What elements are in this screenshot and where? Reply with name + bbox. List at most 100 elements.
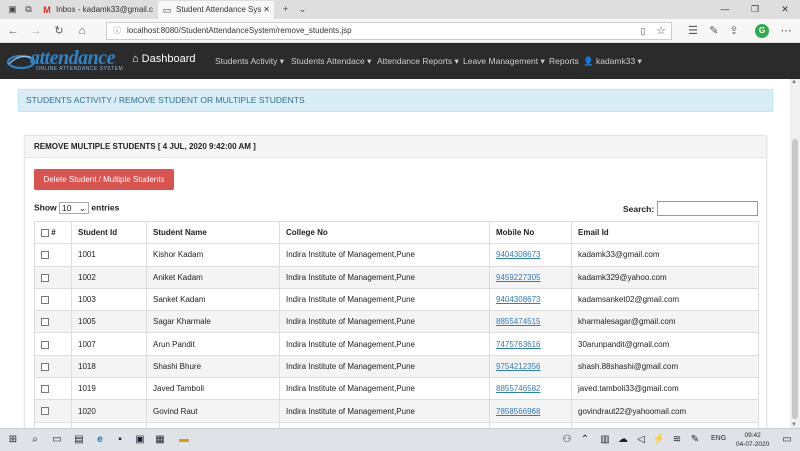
favorites-hub-icon[interactable]: ☰ [686, 24, 700, 38]
cell-mobile-no[interactable]: 8855474515 [489, 310, 572, 334]
system-clock[interactable]: 09:42 04-07-2020 [736, 431, 769, 449]
cell-mobile-no[interactable]: 9754212356 [489, 354, 572, 379]
close-tab-icon[interactable]: ✕ [263, 1, 270, 19]
pen-icon[interactable]: ✎ [688, 433, 702, 447]
scroll-up-icon[interactable]: ▲ [791, 79, 797, 85]
search-icon[interactable]: ⌕ [28, 433, 42, 447]
network-icon[interactable]: ▥ [598, 433, 612, 447]
power-icon[interactable]: ⚡ [652, 433, 666, 447]
input-language[interactable]: ENG [711, 435, 726, 442]
row-checkbox[interactable] [41, 273, 49, 282]
row-checkbox[interactable] [41, 295, 49, 304]
cell-email-id: 30arunpandit@gmail.com [571, 332, 759, 356]
row-checkbox[interactable] [41, 407, 49, 416]
url-input[interactable]: ⓘ localhost:8080/StudentAttendanceSystem… [106, 22, 672, 40]
mobile-link[interactable]: 8855474515 [496, 317, 541, 326]
cell-mobile-no[interactable]: 7858566968 [489, 399, 572, 423]
remove-students-panel: REMOVE MULTIPLE STUDENTS [ 4 JUL, 2020 9… [24, 135, 767, 428]
volume-icon[interactable]: ◁ [634, 433, 648, 447]
tab-preview-icon[interactable]: ⧉ [22, 3, 35, 15]
tab-actions-icon[interactable]: ▣ [6, 3, 19, 15]
extension-g-icon[interactable]: G [755, 24, 769, 38]
cell-mobile-no[interactable]: 9404308673 [489, 243, 572, 267]
row-checkbox[interactable] [41, 318, 49, 327]
new-tab-icon[interactable]: + [279, 3, 292, 15]
menu-students-activity[interactable]: Students Activity ▾ [215, 56, 284, 67]
file-explorer-icon[interactable]: ▤ [72, 433, 86, 447]
people-icon[interactable]: ⚇ [560, 433, 574, 447]
cell-college-no: Indira Institute of Management,Pune [279, 310, 490, 334]
windows-start-icon[interactable]: ⊞ [6, 433, 20, 447]
site-info-icon[interactable]: ⓘ [113, 23, 121, 39]
cell-student-id: 1002 [71, 265, 147, 289]
reading-view-icon[interactable]: ▯ [636, 24, 650, 38]
logo[interactable]: attendance ONLINE ATTENDANCE SYSTEM [6, 47, 126, 75]
folder-icon[interactable]: ▬ [177, 433, 191, 447]
notifications-icon[interactable]: ▭ [780, 433, 794, 447]
cell-student-id: 1020 [71, 399, 147, 423]
window-close-icon[interactable]: ✕ [770, 0, 800, 19]
header-student-id[interactable]: Student Id [71, 220, 147, 245]
row-checkbox[interactable] [41, 251, 49, 260]
task-view-icon[interactable]: ▭ [50, 433, 64, 447]
header-email-id[interactable]: Email Id [571, 220, 759, 245]
share-icon[interactable]: ⇪ [727, 24, 741, 38]
mobile-link[interactable]: 9404308673 [496, 295, 541, 304]
cloud-icon[interactable]: ☁ [616, 433, 630, 447]
header-college-no[interactable]: College No [279, 220, 490, 245]
tab-student-attendance[interactable]: ▭ Student Attendance Sys ✕ [158, 1, 274, 19]
header-student-name[interactable]: Student Name [146, 220, 280, 245]
mobile-link[interactable]: 9459227305 [496, 273, 541, 282]
cell-mobile-no[interactable]: 9459227305 [489, 265, 572, 289]
back-icon[interactable]: ← [6, 24, 20, 38]
favorite-star-icon[interactable]: ☆ [654, 24, 668, 38]
terminal-icon[interactable]: ▪ [113, 433, 127, 447]
cell-mobile-no[interactable]: 7475763616 [489, 332, 572, 356]
app-window-icon[interactable]: ▣ [133, 433, 147, 447]
refresh-icon[interactable]: ↻ [52, 24, 66, 38]
cell-student-id: 1005 [71, 310, 147, 334]
minimize-icon[interactable]: — [710, 0, 740, 19]
more-menu-icon[interactable]: ⋯ [779, 24, 793, 38]
mobile-link[interactable]: 8855746582 [496, 384, 541, 393]
notes-pen-icon[interactable]: ✎ [707, 24, 721, 38]
scrollbar-thumb[interactable] [792, 139, 798, 419]
gmail-icon: M [43, 5, 51, 15]
header-mobile-no[interactable]: Mobile No [489, 220, 572, 245]
tab-list-chevron-down-icon[interactable]: ⌄ [296, 3, 309, 15]
dashboard-link[interactable]: ⌂ Dashboard [132, 53, 195, 65]
mobile-link[interactable]: 9754212356 [496, 362, 541, 371]
cell-mobile-no[interactable]: 8855746582 [489, 377, 572, 401]
mobile-link[interactable]: 7475763616 [496, 340, 541, 349]
menu-leave-management[interactable]: Leave Management ▾ [463, 56, 545, 67]
wifi-icon[interactable]: ≋ [670, 433, 684, 447]
select-all-checkbox[interactable] [41, 229, 49, 238]
mobile-link[interactable]: 9404308673 [496, 250, 541, 259]
home-icon[interactable]: ⌂ [75, 24, 89, 38]
edge-browser-icon[interactable]: e [93, 433, 107, 447]
row-checkbox[interactable] [41, 362, 49, 371]
cell-student-name: Javed Tamboli [146, 377, 280, 401]
tray-up-chevron-icon[interactable]: ⌃ [578, 433, 592, 447]
students-table: # Student Id Student Name College No Mob… [34, 220, 759, 428]
panel-title: REMOVE MULTIPLE STUDENTS [ 4 JUL, 2020 9… [25, 136, 766, 158]
entries-select[interactable]: 10 ⌄ [59, 202, 90, 214]
restore-icon[interactable]: ❐ [740, 0, 770, 19]
cell-email-id: kadamsanket02@gmail.com [571, 287, 759, 312]
menu-reports[interactable]: Reports [549, 56, 579, 66]
delete-students-button[interactable]: Delete Student / Multiple Students [34, 169, 174, 190]
menu-students-attendace[interactable]: Students Attendace ▾ [291, 56, 371, 67]
cell-email-id: kadamk329@yahoo.com [571, 265, 759, 289]
row-checkbox[interactable] [41, 340, 49, 349]
chevron-down-icon: ⌄ [78, 203, 87, 213]
menu-user-account[interactable]: 👤 kadamk33 ▾ [583, 56, 642, 67]
mobile-link[interactable]: 7858566968 [496, 407, 541, 416]
row-checkbox[interactable] [41, 385, 49, 394]
menu-attendance-reports[interactable]: Attendance Reports ▾ [377, 56, 459, 67]
page-scrollbar[interactable]: ▲ ▼ [790, 79, 800, 428]
search-input[interactable] [657, 201, 758, 216]
cell-mobile-no[interactable]: 9404308673 [489, 287, 572, 312]
app-tool-icon[interactable]: ▦ [153, 433, 167, 447]
forward-icon[interactable]: → [29, 24, 43, 38]
tab-gmail[interactable]: M Inbox - kadamk33@gmail.c [38, 1, 156, 19]
